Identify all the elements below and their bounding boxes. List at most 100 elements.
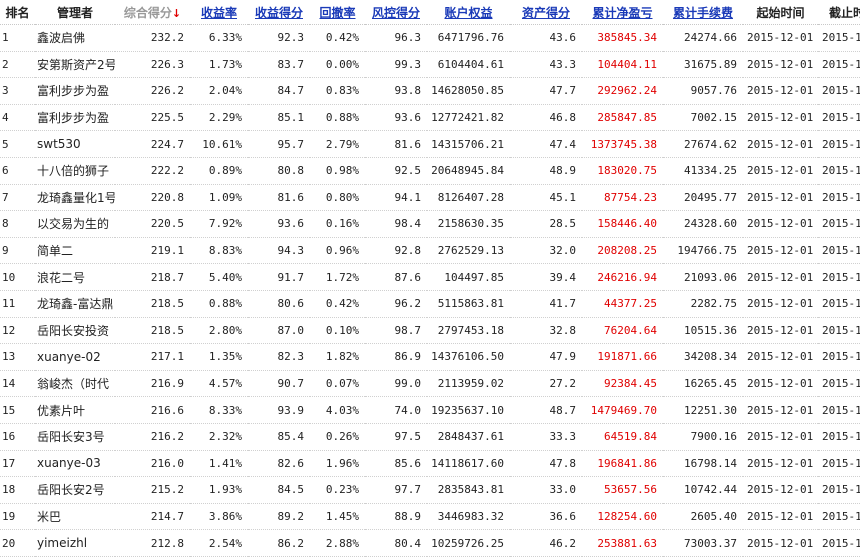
table-row: 2 安第斯资产2号 226.3 1.73% 83.7 0.00% 99.3 6104404.6… bbox=[0, 51, 860, 79]
cell-return-rate: 2.54% bbox=[190, 529, 248, 557]
cell-return-score: 93.6 bbox=[248, 210, 310, 238]
header-fees[interactable]: 累计手续费 bbox=[663, 0, 743, 25]
cell-return-rate: 4.57% bbox=[190, 370, 248, 398]
cell-fees: 16265.45 bbox=[663, 370, 743, 398]
cell-composite-score: 222.2 bbox=[115, 157, 190, 185]
cell-rank: 1 bbox=[0, 24, 35, 52]
cell-manager: swt530 bbox=[35, 130, 115, 158]
cell-drawdown: 4.03% bbox=[310, 396, 365, 424]
header-net-pnl[interactable]: 累计净盈亏 bbox=[582, 0, 663, 25]
cell-manager: yimeizhl bbox=[35, 529, 115, 557]
cell-return-score: 85.1 bbox=[248, 104, 310, 132]
cell-return-rate: 0.88% bbox=[190, 290, 248, 318]
cell-end-date: 2015-12-18 bbox=[818, 396, 860, 424]
cell-manager: 优素片叶 bbox=[35, 396, 115, 424]
cell-asset-score: 27.2 bbox=[510, 370, 582, 398]
header-return-score[interactable]: 收益得分 bbox=[248, 0, 310, 25]
cell-net-pnl: 208208.25 bbox=[582, 237, 663, 265]
cell-fees: 73003.37 bbox=[663, 529, 743, 557]
cell-risk-score: 96.3 bbox=[365, 24, 427, 52]
cell-return-score: 84.7 bbox=[248, 77, 310, 105]
cell-fees: 10742.44 bbox=[663, 476, 743, 504]
cell-equity: 2113959.02 bbox=[427, 370, 510, 398]
table-row: 7 龙琦鑫量化1号 220.8 1.09% 81.6 0.80% 94.1 8126407.2… bbox=[0, 184, 860, 212]
table-row: 13 xuanye-02 217.1 1.35% 82.3 1.82% 86.9 143761… bbox=[0, 343, 860, 371]
cell-rank: 9 bbox=[0, 237, 35, 265]
cell-return-score: 81.6 bbox=[248, 184, 310, 212]
cell-equity: 12772421.82 bbox=[427, 104, 510, 132]
table-row: 1 鑫波启佛 232.2 6.33% 92.3 0.42% 96.3 6471796.76 43… bbox=[0, 24, 860, 52]
cell-fees: 41334.25 bbox=[663, 157, 743, 185]
cell-rank: 8 bbox=[0, 210, 35, 238]
cell-asset-score: 36.6 bbox=[510, 503, 582, 531]
header-rank: 排名 bbox=[0, 0, 35, 25]
cell-end-date: 2015-12-18 bbox=[818, 104, 860, 132]
cell-rank: 12 bbox=[0, 317, 35, 345]
cell-manager: 岳阳长安投资 bbox=[35, 317, 115, 345]
cell-end-date: 2015-12-18 bbox=[818, 210, 860, 238]
cell-asset-score: 33.3 bbox=[510, 423, 582, 451]
cell-return-score: 95.7 bbox=[248, 130, 310, 158]
cell-net-pnl: 64519.84 bbox=[582, 423, 663, 451]
cell-composite-score: 215.2 bbox=[115, 476, 190, 504]
cell-return-score: 93.9 bbox=[248, 396, 310, 424]
cell-asset-score: 32.0 bbox=[510, 237, 582, 265]
cell-asset-score: 46.8 bbox=[510, 104, 582, 132]
cell-end-date: 2015-12-18 bbox=[818, 184, 860, 212]
cell-net-pnl: 292962.24 bbox=[582, 77, 663, 105]
cell-return-score: 84.5 bbox=[248, 476, 310, 504]
table-row: 6 十八倍的狮子 222.2 0.89% 80.8 0.98% 92.5 20648945.8… bbox=[0, 157, 860, 185]
cell-fees: 194766.75 bbox=[663, 237, 743, 265]
cell-equity: 2797453.18 bbox=[427, 317, 510, 345]
cell-rank: 11 bbox=[0, 290, 35, 318]
cell-start-date: 2015-12-01 bbox=[743, 51, 818, 79]
cell-risk-score: 98.7 bbox=[365, 317, 427, 345]
cell-end-date: 2015-12-08 bbox=[818, 77, 860, 105]
cell-asset-score: 48.9 bbox=[510, 157, 582, 185]
cell-risk-score: 96.2 bbox=[365, 290, 427, 318]
cell-net-pnl: 246216.94 bbox=[582, 263, 663, 291]
cell-rank: 15 bbox=[0, 396, 35, 424]
cell-risk-score: 86.9 bbox=[365, 343, 427, 371]
cell-start-date: 2015-12-01 bbox=[743, 157, 818, 185]
header-return-rate[interactable]: 收益率 bbox=[190, 0, 248, 25]
cell-net-pnl: 128254.60 bbox=[582, 503, 663, 531]
header-drawdown[interactable]: 回撤率 bbox=[310, 0, 365, 25]
cell-risk-score: 98.4 bbox=[365, 210, 427, 238]
cell-return-rate: 2.32% bbox=[190, 423, 248, 451]
table-row: 11 龙琦鑫-富达鼎 218.5 0.88% 80.6 0.42% 96.2 5115863.… bbox=[0, 290, 860, 318]
cell-risk-score: 85.6 bbox=[365, 450, 427, 478]
cell-composite-score: 220.8 bbox=[115, 184, 190, 212]
cell-equity: 10259726.25 bbox=[427, 529, 510, 557]
cell-end-date: 2015-12-18 bbox=[818, 423, 860, 451]
header-risk-score[interactable]: 风控得分 bbox=[365, 0, 427, 25]
table-row: 16 岳阳长安3号 216.2 2.32% 85.4 0.26% 97.5 2848437.6… bbox=[0, 423, 860, 451]
header-composite-label: 综合得分 bbox=[123, 5, 172, 20]
cell-start-date: 2015-12-01 bbox=[743, 104, 818, 132]
header-equity[interactable]: 账户权益 bbox=[427, 0, 510, 25]
header-asset-score[interactable]: 资产得分 bbox=[510, 0, 582, 25]
table-row: 12 岳阳长安投资 218.5 2.80% 87.0 0.10% 98.7 2797453.1… bbox=[0, 317, 860, 345]
cell-drawdown: 0.23% bbox=[310, 476, 365, 504]
cell-drawdown: 0.00% bbox=[310, 51, 365, 79]
cell-drawdown: 0.10% bbox=[310, 317, 365, 345]
cell-end-date: 2015-12-18 bbox=[818, 317, 860, 345]
cell-composite-score: 212.8 bbox=[115, 529, 190, 557]
cell-equity: 2158630.35 bbox=[427, 210, 510, 238]
cell-asset-score: 43.3 bbox=[510, 51, 582, 79]
cell-rank: 13 bbox=[0, 343, 35, 371]
cell-asset-score: 28.5 bbox=[510, 210, 582, 238]
cell-composite-score: 226.3 bbox=[115, 51, 190, 79]
header-composite-score[interactable]: 综合得分↓ bbox=[115, 0, 190, 25]
cell-manager: 安第斯资产2号 bbox=[35, 51, 115, 79]
cell-manager: 翁峻杰（时代 bbox=[35, 370, 115, 398]
cell-manager: 富利步步为盈 bbox=[35, 104, 115, 132]
cell-return-rate: 2.29% bbox=[190, 104, 248, 132]
cell-drawdown: 0.88% bbox=[310, 104, 365, 132]
cell-drawdown: 1.82% bbox=[310, 343, 365, 371]
sort-desc-icon: ↓ bbox=[171, 6, 182, 20]
cell-manager: 富利步步为盈 bbox=[35, 77, 115, 105]
cell-start-date: 2015-12-01 bbox=[743, 423, 818, 451]
cell-manager: 龙琦鑫-富达鼎 bbox=[35, 290, 115, 318]
cell-net-pnl: 104404.11 bbox=[582, 51, 663, 79]
